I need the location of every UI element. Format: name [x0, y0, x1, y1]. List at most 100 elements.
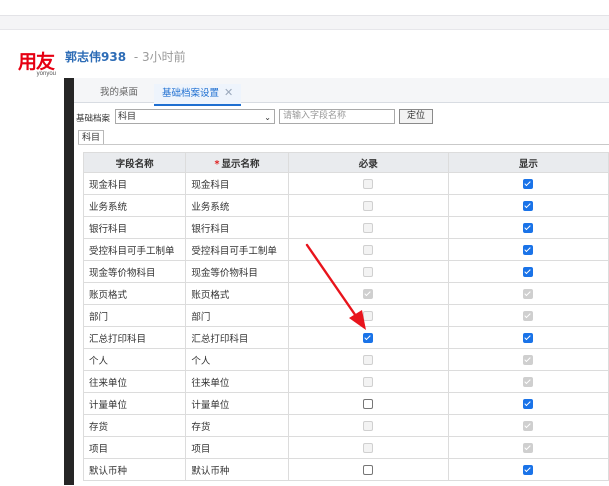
required-mark: *	[214, 158, 220, 170]
table-body: 现金科目 现金科目 业务系统 业务系统 银行科目 银行科目 受控科目可手工制单 受控科目可手工…	[82, 172, 609, 481]
table-row[interactable]: 计量单位 计量单位	[82, 392, 609, 415]
table-row[interactable]: 汇总打印科目 汇总打印科目	[82, 326, 609, 349]
show-checkbox[interactable]	[523, 244, 534, 255]
cell-display-name: 现金科目	[185, 172, 289, 195]
required-checkbox	[363, 266, 374, 277]
tab-my-desktop[interactable]: 我的桌面	[100, 86, 138, 100]
show-checkbox[interactable]	[523, 266, 534, 277]
cell-field-name: 现金科目	[82, 172, 187, 195]
cell-show	[447, 414, 609, 437]
cell-field-name: 业务系统	[82, 194, 187, 217]
subtab-divider	[78, 144, 609, 145]
table-row[interactable]: 部门 部门	[82, 304, 609, 327]
post-header: 郭志伟938 - 3小时前	[65, 48, 186, 65]
cell-show	[447, 392, 609, 415]
show-checkbox[interactable]	[523, 200, 534, 211]
cell-field-name: 个人	[82, 348, 187, 371]
cell-field-name: 存货	[82, 414, 187, 437]
cell-field-name: 现金等价物科目	[82, 260, 187, 283]
field-settings-table: 字段名称 * 显示名称 必录 显示 现金科目 现金科目 业务系统 业务系统 银行科目 银行科…	[82, 152, 609, 481]
cell-required	[287, 370, 449, 393]
table-row[interactable]: 受控科目可手工制单 受控科目可手工制单	[82, 238, 609, 261]
show-checkbox[interactable]	[523, 332, 534, 343]
required-checkbox[interactable]	[363, 332, 374, 343]
required-checkbox	[363, 310, 374, 321]
header-show: 显示	[447, 152, 609, 173]
required-checkbox[interactable]	[363, 398, 374, 409]
table-row[interactable]: 账页格式 账页格式	[82, 282, 609, 305]
show-checkbox	[523, 442, 534, 453]
required-checkbox	[363, 442, 374, 453]
cell-show	[447, 194, 609, 217]
header-display-name-label: 显示名称	[221, 158, 260, 170]
table-row[interactable]: 业务系统 业务系统	[82, 194, 609, 217]
cell-field-name: 部门	[82, 304, 187, 327]
table-row[interactable]: 个人 个人	[82, 348, 609, 371]
table-row[interactable]: 存货 存货	[82, 414, 609, 437]
cell-show	[447, 326, 609, 349]
required-checkbox	[363, 178, 374, 189]
table-row[interactable]: 往来单位 往来单位	[82, 370, 609, 393]
table-row[interactable]: 项目 项目	[82, 436, 609, 459]
show-checkbox[interactable]	[523, 222, 534, 233]
show-checkbox[interactable]	[523, 178, 534, 189]
cell-required	[287, 392, 449, 415]
cell-required	[287, 172, 449, 195]
cell-required	[287, 436, 449, 459]
show-checkbox	[523, 354, 534, 365]
cell-required	[287, 326, 449, 349]
cell-display-name: 现金等价物科目	[185, 260, 289, 283]
cell-show	[447, 216, 609, 239]
required-checkbox[interactable]	[363, 464, 374, 475]
close-icon[interactable]: ✕	[224, 86, 233, 99]
cell-show	[447, 238, 609, 261]
cell-show	[447, 282, 609, 305]
cell-show	[447, 172, 609, 195]
cell-display-name: 默认币种	[185, 458, 289, 481]
required-checkbox	[363, 288, 374, 299]
cell-field-name: 计量单位	[82, 392, 187, 415]
cell-display-name: 账页格式	[185, 282, 289, 305]
cell-show	[447, 348, 609, 371]
header-display-name: * 显示名称	[185, 152, 289, 173]
tab-label: 基础档案设置	[162, 88, 220, 99]
previous-post-card	[0, 0, 609, 16]
table-row[interactable]: 现金等价物科目 现金等价物科目	[82, 260, 609, 283]
cell-field-name: 默认币种	[82, 458, 187, 481]
post-time: - 3小时前	[133, 50, 186, 64]
archive-select-value: 科目	[118, 112, 137, 122]
archive-select[interactable]: 科目 ⌄	[115, 109, 275, 124]
table-header-row: 字段名称 * 显示名称 必录 显示	[82, 152, 609, 173]
archive-label: 基础档案	[76, 114, 111, 124]
author-name[interactable]: 郭志伟938	[65, 50, 126, 64]
cell-field-name: 受控科目可手工制单	[82, 238, 187, 261]
required-checkbox	[363, 200, 374, 211]
subtab-subject[interactable]: 科目	[78, 130, 104, 144]
header-field-name: 字段名称	[82, 152, 187, 173]
show-checkbox	[523, 376, 534, 387]
show-checkbox[interactable]	[523, 464, 534, 475]
cell-display-name: 个人	[185, 348, 289, 371]
table-row[interactable]: 银行科目 银行科目	[82, 216, 609, 239]
table-row[interactable]: 默认币种 默认币种	[82, 458, 609, 481]
cell-show	[447, 436, 609, 459]
cell-display-name: 计量单位	[185, 392, 289, 415]
cell-field-name: 账页格式	[82, 282, 187, 305]
field-name-placeholder: 请输入字段名称	[283, 111, 347, 121]
locate-button[interactable]: 定位	[399, 109, 433, 124]
yonyou-logo: 用友 yonyou	[18, 52, 58, 77]
chevron-down-icon: ⌄	[264, 113, 271, 122]
required-checkbox	[363, 222, 374, 233]
show-checkbox	[523, 310, 534, 321]
cell-required	[287, 216, 449, 239]
cell-show	[447, 458, 609, 481]
sidebar-dark-strip	[64, 78, 74, 485]
cell-field-name: 汇总打印科目	[82, 326, 187, 349]
cell-field-name: 银行科目	[82, 216, 187, 239]
tab-basic-archive-settings[interactable]: 基础档案设置 ✕	[154, 84, 242, 106]
show-checkbox[interactable]	[523, 398, 534, 409]
cell-required	[287, 458, 449, 481]
cell-field-name: 项目	[82, 436, 187, 459]
table-row[interactable]: 现金科目 现金科目	[82, 172, 609, 195]
field-name-input[interactable]: 请输入字段名称	[279, 109, 395, 124]
